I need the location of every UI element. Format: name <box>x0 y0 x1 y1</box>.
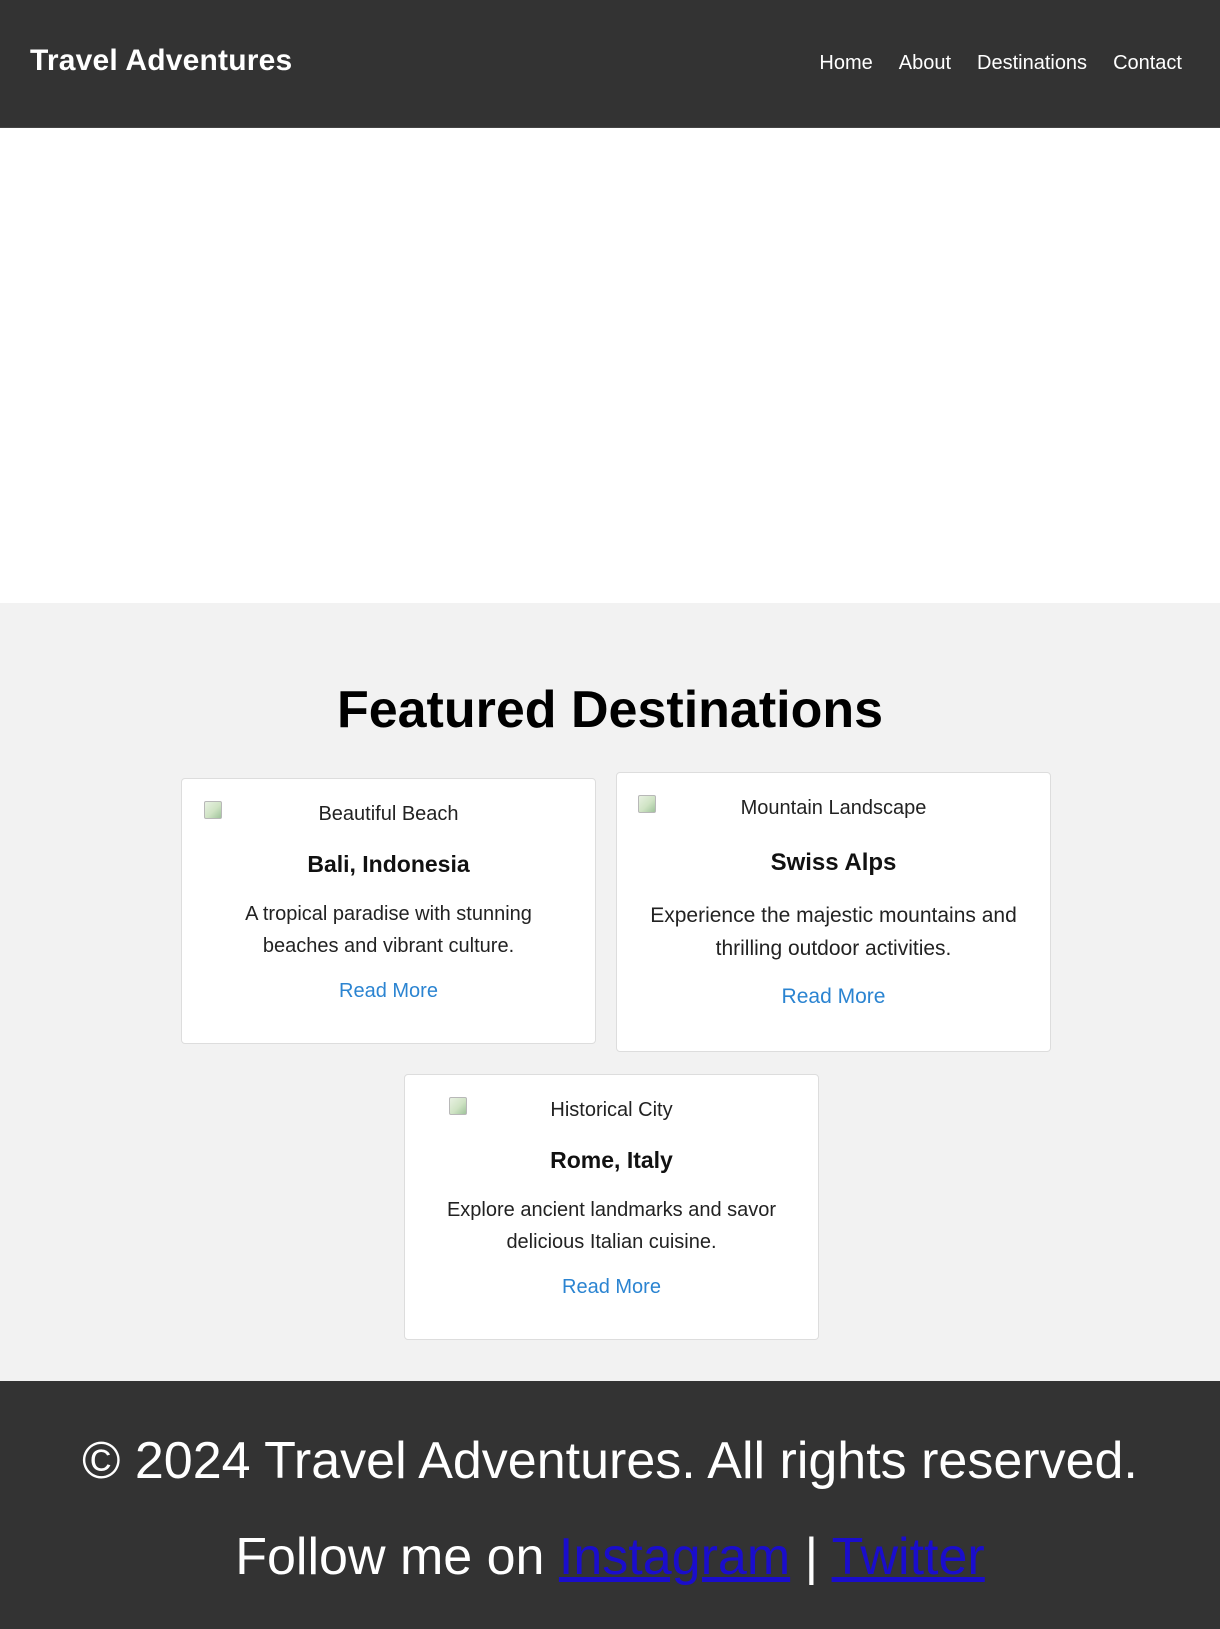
broken-image-icon <box>204 801 222 819</box>
destination-description: Experience the majestic mountains and th… <box>650 904 1017 960</box>
destination-image-alt: Mountain Landscape <box>740 796 927 819</box>
read-more-link[interactable]: Read More <box>782 985 886 1009</box>
site-brand[interactable]: Travel Adventures <box>30 44 292 78</box>
nav-home-link[interactable]: Home <box>819 52 872 75</box>
broken-image-icon <box>449 1097 467 1115</box>
nav-destinations-link[interactable]: Destinations <box>977 52 1087 75</box>
copyright-text: © 2024 Travel Adventures. All rights res… <box>82 1432 1138 1490</box>
main-nav: Home About Destinations Contact <box>819 52 1182 75</box>
destination-card: Mountain Landscape Swiss Alps Experience… <box>616 772 1051 1052</box>
hero-section <box>0 128 1220 603</box>
twitter-link[interactable]: Twitter <box>832 1528 985 1586</box>
destination-image-alt: Beautiful Beach <box>318 802 459 825</box>
read-more-link[interactable]: Read More <box>562 1276 661 1299</box>
site-header: Travel Adventures Home About Destination… <box>0 0 1220 128</box>
featured-title: Featured Destinations <box>336 681 884 739</box>
destination-card: Beautiful Beach Bali, Indonesia A tropic… <box>181 778 596 1044</box>
destination-title: Bali, Indonesia <box>307 851 470 877</box>
follow-line: Follow me on Instagram | Twitter <box>0 1527 1220 1587</box>
site-footer: © 2024 Travel Adventures. All rights res… <box>0 1381 1220 1629</box>
featured-destinations-section: Featured Destinations Beautiful Beach Ba… <box>0 603 1220 1381</box>
nav-about-link[interactable]: About <box>899 52 951 75</box>
destination-image-alt: Historical City <box>550 1098 673 1121</box>
follow-prefix: Follow me on <box>235 1528 559 1586</box>
destination-image: Historical City <box>405 1095 818 1125</box>
destination-image: Mountain Landscape <box>617 793 1050 823</box>
destination-title: Swiss Alps <box>770 849 897 876</box>
destination-card: Historical City Rome, Italy Explore anci… <box>404 1074 819 1340</box>
destination-image: Beautiful Beach <box>182 799 595 829</box>
instagram-link[interactable]: Instagram <box>559 1528 790 1586</box>
destination-description: Explore ancient landmarks and savor deli… <box>446 1199 777 1253</box>
read-more-link[interactable]: Read More <box>339 980 438 1003</box>
link-separator: | <box>790 1528 832 1586</box>
nav-contact-link[interactable]: Contact <box>1113 52 1182 75</box>
destination-description: A tropical paradise with stunning beache… <box>245 903 532 957</box>
broken-image-icon <box>638 795 656 813</box>
destination-title: Rome, Italy <box>550 1147 673 1173</box>
